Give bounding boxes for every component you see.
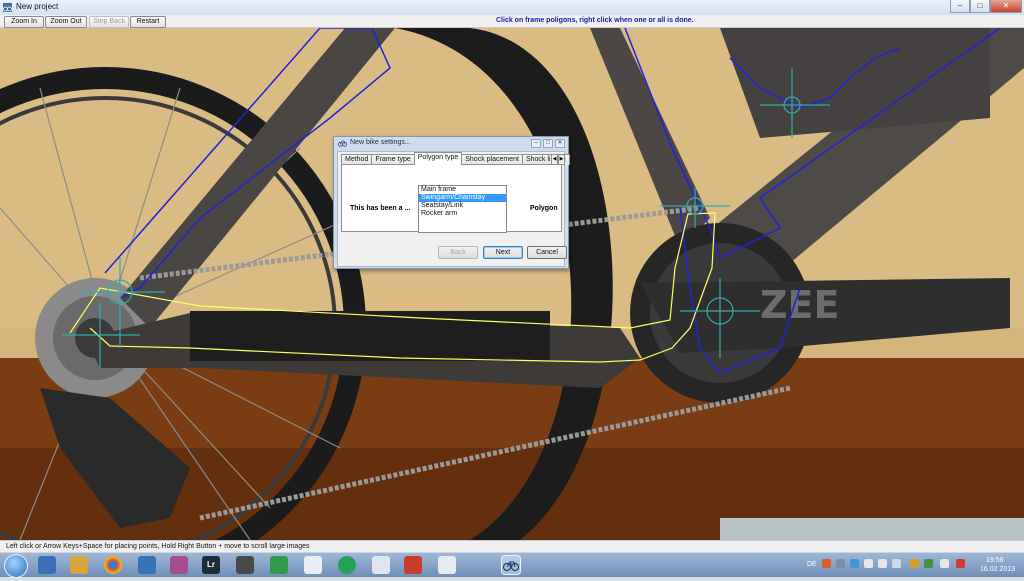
list-item-seatstay-link[interactable]: Seatstay/Link bbox=[419, 202, 506, 210]
status-text: Left click or Arrow Keys+Space for placi… bbox=[6, 543, 310, 550]
clock-date[interactable]: 16.02.2013 bbox=[980, 566, 1015, 573]
list-item-swingarm-chainstay[interactable]: Swingarm/Chainstay bbox=[419, 194, 506, 202]
dialog-title: New bike settings... bbox=[350, 139, 411, 146]
taskbar: Lr DE 19:58 16.02.2013 bbox=[0, 552, 1024, 578]
globe-icon[interactable] bbox=[338, 556, 356, 574]
cancel-button[interactable]: Cancel bbox=[527, 246, 567, 259]
pdf-icon[interactable] bbox=[404, 556, 422, 574]
tray-icon-5[interactable] bbox=[924, 559, 933, 568]
toolbar: Zoom In Zoom Out Step Back Restart Click… bbox=[0, 15, 1024, 28]
zoom-out-button[interactable]: Zoom Out bbox=[45, 16, 87, 28]
list-item-main-frame[interactable]: Main frame bbox=[419, 186, 506, 194]
list-item-rocker-arm[interactable]: Rocker arm bbox=[419, 210, 506, 218]
monitor-icon[interactable] bbox=[236, 556, 254, 574]
document-icon[interactable] bbox=[304, 556, 322, 574]
tray-icon-6[interactable] bbox=[940, 559, 949, 568]
bike-icon bbox=[502, 561, 520, 572]
dialog-body: Method Frame type Polygon type Shock pla… bbox=[337, 151, 570, 267]
polygon-type-list[interactable]: Main frame Swingarm/Chainstay Seatstay/L… bbox=[418, 185, 507, 233]
dialog-maximize-button[interactable]: □ bbox=[543, 139, 553, 148]
polygon-prompt-label: This has been a ... bbox=[350, 205, 411, 212]
explorer-icon[interactable] bbox=[38, 556, 56, 574]
bike-app-icon[interactable] bbox=[501, 555, 521, 575]
window-title: New project bbox=[16, 2, 59, 11]
polygon-suffix-label: Polygon bbox=[530, 205, 558, 212]
language-indicator[interactable]: DE bbox=[807, 561, 817, 568]
zoom-in-button[interactable]: Zoom In bbox=[4, 16, 44, 28]
window-icon[interactable] bbox=[372, 556, 390, 574]
spreadsheet-icon[interactable] bbox=[270, 556, 288, 574]
bike-photo: ZEE bbox=[0, 28, 1024, 540]
app-icon bbox=[3, 3, 12, 12]
tray-icon-3[interactable] bbox=[850, 559, 859, 568]
presentation-icon[interactable] bbox=[438, 556, 456, 574]
dialog-minimize-button[interactable]: – bbox=[531, 139, 541, 148]
instruction-text: Click on frame poligons, right click whe… bbox=[496, 17, 694, 24]
clock-time[interactable]: 19:58 bbox=[986, 557, 1004, 564]
step-back-button[interactable]: Step Back bbox=[89, 16, 129, 28]
lightroom-icon[interactable]: Lr bbox=[202, 556, 220, 574]
tray-icon-4[interactable] bbox=[910, 559, 919, 568]
maximize-button[interactable]: □ bbox=[970, 0, 990, 13]
next-button[interactable]: Next bbox=[483, 246, 523, 259]
dialog-title-bar[interactable]: New bike settings... – □ ✕ bbox=[334, 137, 568, 149]
file-manager-icon[interactable] bbox=[70, 556, 88, 574]
show-hidden-icons[interactable] bbox=[892, 559, 901, 568]
minimize-button[interactable]: – bbox=[950, 0, 970, 13]
dialog-close-button[interactable]: ✕ bbox=[555, 139, 565, 148]
image-canvas[interactable]: ZEE bbox=[0, 28, 1024, 540]
bike-icon bbox=[338, 140, 347, 147]
polygon-type-panel: This has been a ... Main frame Swingarm/… bbox=[341, 164, 562, 233]
new-bike-settings-dialog: New bike settings... – □ ✕ Method Frame … bbox=[333, 136, 570, 269]
network-icon[interactable] bbox=[864, 559, 873, 568]
tab-polygon-type[interactable]: Polygon type bbox=[413, 152, 463, 165]
tray-icon-2[interactable] bbox=[836, 559, 845, 568]
archive-icon[interactable] bbox=[170, 556, 188, 574]
start-orb[interactable] bbox=[4, 554, 28, 578]
chrome-icon[interactable] bbox=[104, 556, 122, 574]
tray-icon-7[interactable] bbox=[956, 559, 965, 568]
title-bar: New project – □ ✕ bbox=[0, 0, 1024, 16]
restart-button[interactable]: Restart bbox=[130, 16, 166, 28]
back-button[interactable]: Back bbox=[438, 246, 478, 259]
volume-icon[interactable] bbox=[878, 559, 887, 568]
close-button[interactable]: ✕ bbox=[990, 0, 1022, 13]
thunderbird-icon[interactable] bbox=[138, 556, 156, 574]
tray-icon-1[interactable] bbox=[822, 559, 831, 568]
